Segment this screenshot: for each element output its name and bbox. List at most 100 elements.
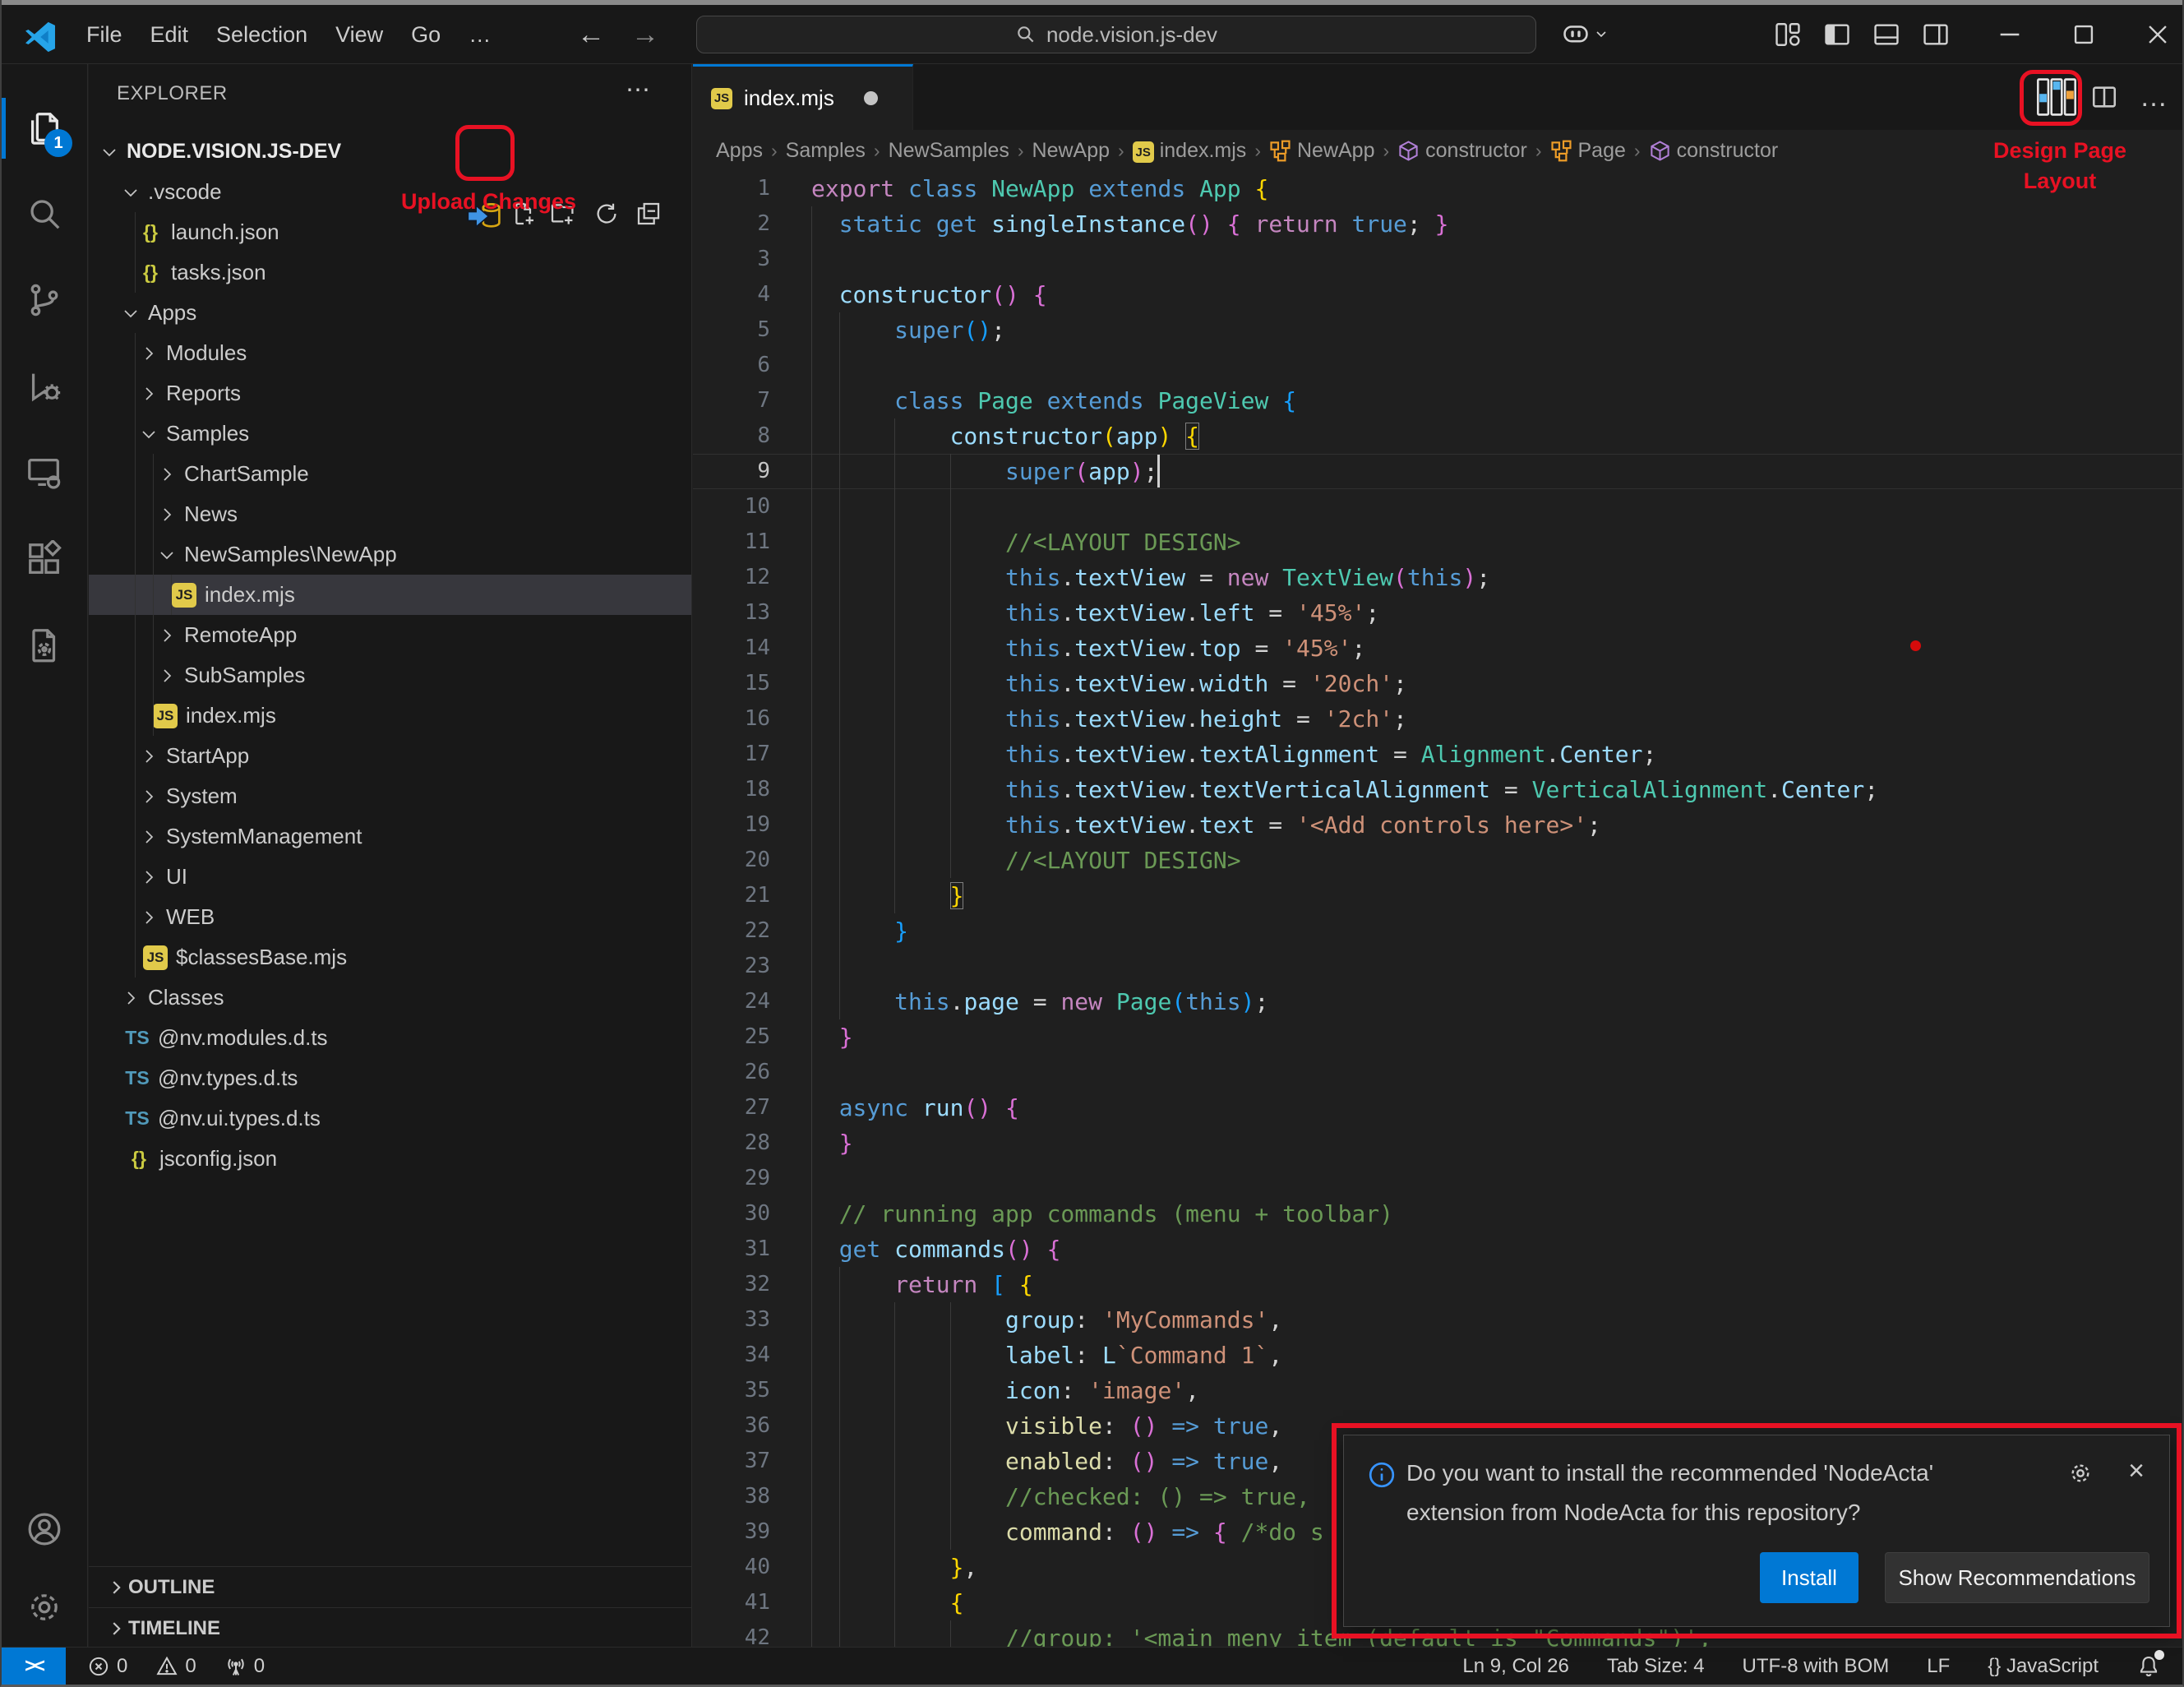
nav-back-button[interactable]: ← xyxy=(577,19,605,51)
install-button[interactable]: Install xyxy=(1760,1552,1858,1603)
indent-guide xyxy=(950,1338,951,1373)
indent-guide xyxy=(950,1444,951,1479)
tree-item-chartsample[interactable]: ChartSample xyxy=(89,454,692,494)
tree-item-node-vision-js-dev[interactable]: NODE.VISION.JS-DEV xyxy=(89,132,692,172)
notifications-bell-icon[interactable] xyxy=(2136,1654,2161,1679)
status-warning[interactable]: 0 xyxy=(155,1655,196,1678)
tree-item-ui[interactable]: UI xyxy=(89,857,692,897)
nav-forward-button[interactable]: → xyxy=(631,19,659,51)
tree-item--nv-types-d-ts[interactable]: TS@nv.types.d.ts xyxy=(89,1058,692,1098)
breadcrumb-newsamples[interactable]: NewSamples xyxy=(889,139,1009,163)
activity-settings-icon[interactable] xyxy=(2,1566,87,1648)
tree-item-startapp[interactable]: StartApp xyxy=(89,736,692,776)
indent-guide xyxy=(811,1373,812,1408)
status-encoding[interactable]: UTF-8 with BOM xyxy=(1743,1655,1890,1678)
tree-item-reports[interactable]: Reports xyxy=(89,373,692,414)
status-error[interactable]: 0 xyxy=(87,1655,127,1678)
design-layout-button[interactable] xyxy=(2033,64,2080,130)
indent-guide xyxy=(839,807,840,843)
menu-file[interactable]: File xyxy=(72,16,136,54)
breadcrumb-newapp[interactable]: NewApp xyxy=(1032,139,1110,163)
activity-explorer-icon[interactable]: 1 xyxy=(2,86,87,169)
code-area[interactable]: 1234567891011121314151617181920212223242… xyxy=(693,171,2184,1649)
toggle-secondary-sidebar-icon[interactable] xyxy=(1911,5,1960,64)
outline-section-header[interactable]: OUTLINE xyxy=(89,1566,691,1607)
minimize-icon[interactable] xyxy=(1985,5,2034,64)
tree-item-system[interactable]: System xyxy=(89,776,692,816)
tree-item-index-mjs[interactable]: JSindex.mjs xyxy=(89,696,692,736)
indent-guide xyxy=(839,949,840,984)
activity-account-icon[interactable] xyxy=(2,1488,87,1570)
breadcrumb-index.mjs[interactable]: JSindex.mjs xyxy=(1133,138,1247,164)
tree-item--nv-ui-types-d-ts[interactable]: TS@nv.ui.types.d.ts xyxy=(89,1098,692,1139)
breadcrumb-newapp[interactable]: NewApp xyxy=(1269,139,1375,163)
tree-item-label: index.mjs xyxy=(205,582,295,608)
tree-item-classes[interactable]: Classes xyxy=(89,978,692,1018)
tree-item-launch-json[interactable]: {}launch.json xyxy=(89,212,692,252)
status-eol[interactable]: LF xyxy=(1927,1655,1950,1678)
activity-run-debug-icon[interactable] xyxy=(2,345,87,428)
chevron-right-icon xyxy=(155,666,179,686)
customize-layout-icon[interactable] xyxy=(1763,5,1812,64)
menu-more[interactable]: … xyxy=(455,16,505,54)
tree-item-tasks-json[interactable]: {}tasks.json xyxy=(89,252,692,293)
tree-item--nv-modules-d-ts[interactable]: TS@nv.modules.d.ts xyxy=(89,1018,692,1058)
copilot-button[interactable] xyxy=(1560,20,1608,48)
breadcrumb-apps[interactable]: Apps xyxy=(716,139,763,163)
explorer-more-actions-button[interactable]: ⋯ xyxy=(626,76,650,104)
code-line-5: super(); xyxy=(811,312,2184,348)
tree-item-label: index.mjs xyxy=(186,703,276,728)
indent-guide xyxy=(950,1514,951,1550)
maximize-icon[interactable] xyxy=(2059,5,2108,64)
tree-item--vscode[interactable]: .vscode xyxy=(89,172,692,212)
breadcrumb-samples[interactable]: Samples xyxy=(786,139,866,163)
status-tab-size[interactable]: Tab Size: 4 xyxy=(1607,1655,1705,1678)
activity-remote-explorer-icon[interactable] xyxy=(2,432,87,514)
tree-item-systemmanagement[interactable]: SystemManagement xyxy=(89,816,692,857)
menu-selection[interactable]: Selection xyxy=(202,16,321,54)
tree-item-index-mjs[interactable]: JSindex.mjs xyxy=(89,575,692,615)
tree-item-modules[interactable]: Modules xyxy=(89,333,692,373)
remote-indicator[interactable]: >< xyxy=(2,1648,66,1685)
status-cursor-position[interactable]: Ln 9, Col 26 xyxy=(1462,1655,1568,1678)
breadcrumb-constructor[interactable]: constructor xyxy=(1649,139,1779,163)
menu-edit[interactable]: Edit xyxy=(136,16,203,54)
menu-go[interactable]: Go xyxy=(397,16,455,54)
split-editor-button[interactable] xyxy=(2090,64,2118,130)
breadcrumbs: Apps›Samples›NewSamples›NewApp›JSindex.m… xyxy=(693,130,2184,171)
tree-item--classesbase-mjs[interactable]: JS$classesBase.mjs xyxy=(89,937,692,978)
tab-index-mjs[interactable]: JS index.mjs xyxy=(693,64,913,130)
tree-item-subsamples[interactable]: SubSamples xyxy=(89,655,692,696)
menu-view[interactable]: View xyxy=(321,16,397,54)
tree-item-jsconfig-json[interactable]: {}jsconfig.json xyxy=(89,1139,692,1179)
editor-more-actions-button[interactable]: … xyxy=(2140,64,2168,130)
activity-extensions-icon[interactable] xyxy=(2,518,87,600)
tree-item-remoteapp[interactable]: RemoteApp xyxy=(89,615,692,655)
activity-tools-icon[interactable] xyxy=(2,604,87,686)
toggle-sidebar-icon[interactable] xyxy=(1812,5,1862,64)
dirty-indicator-icon[interactable] xyxy=(864,91,878,105)
breadcrumb-page[interactable]: Page xyxy=(1550,139,1626,163)
command-center-search[interactable]: node.vision.js-dev xyxy=(696,16,1536,53)
breadcrumb-constructor[interactable]: constructor xyxy=(1397,139,1527,163)
code-text: constructor(app) { xyxy=(811,418,1199,454)
notification-close-icon[interactable]: × xyxy=(2128,1455,2145,1487)
tree-item-label: Samples xyxy=(166,421,249,446)
show-recommendations-button[interactable]: Show Recommendations xyxy=(1885,1552,2149,1603)
indent-guide xyxy=(839,454,840,489)
activity-search-icon[interactable] xyxy=(2,173,87,255)
status-broadcast[interactable]: 0 xyxy=(224,1655,265,1678)
close-icon[interactable] xyxy=(2133,5,2182,64)
activity-source-control-icon[interactable] xyxy=(2,259,87,341)
toggle-panel-icon[interactable] xyxy=(1862,5,1911,64)
tree-item-news[interactable]: News xyxy=(89,494,692,534)
tree-item-newsamples-newapp[interactable]: NewSamples\NewApp xyxy=(89,534,692,575)
indent-guide xyxy=(839,878,840,913)
tree-item-web[interactable]: WEB xyxy=(89,897,692,937)
timeline-section-header[interactable]: TIMELINE xyxy=(89,1607,691,1648)
tree-item-samples[interactable]: Samples xyxy=(89,414,692,454)
tree-item-label: .vscode xyxy=(148,179,222,205)
status-language-mode[interactable]: {} JavaScript xyxy=(1988,1655,2099,1678)
notification-settings-icon[interactable] xyxy=(2067,1460,2094,1486)
tree-item-apps[interactable]: Apps xyxy=(89,293,692,333)
